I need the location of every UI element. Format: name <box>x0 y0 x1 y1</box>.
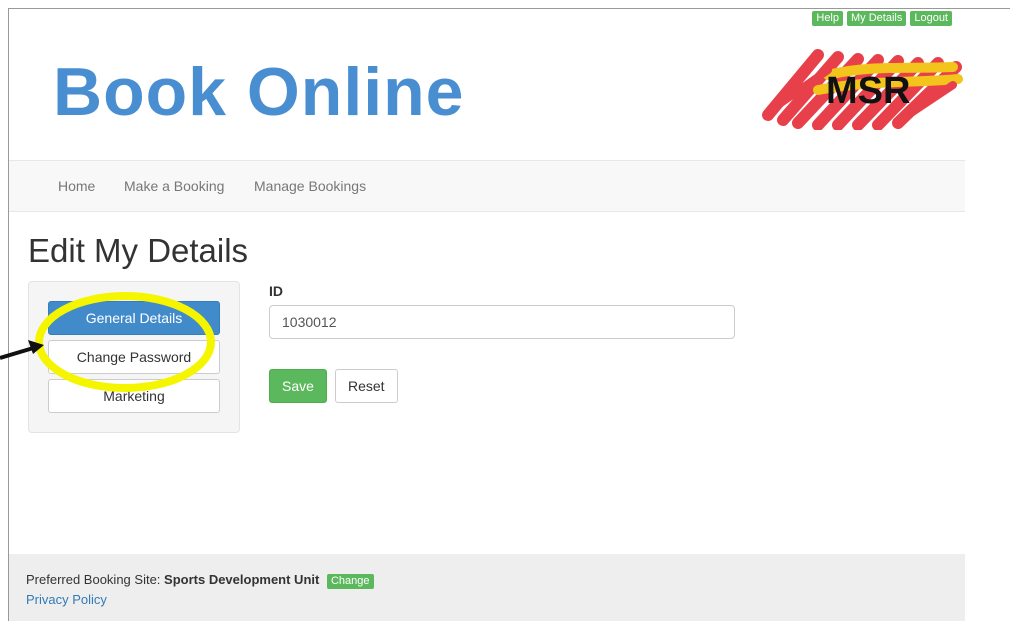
id-label: ID <box>269 283 283 299</box>
msr-logo: MSR <box>762 49 963 130</box>
help-link[interactable]: Help <box>812 11 843 26</box>
nav-home[interactable]: Home <box>58 178 95 194</box>
logo-text: MSR <box>826 70 910 112</box>
frame-border-top <box>8 8 1010 9</box>
save-button[interactable]: Save <box>269 369 327 403</box>
preferred-site-label: Preferred Booking Site: <box>26 572 161 587</box>
sidebar-item-change-password[interactable]: Change Password <box>48 340 220 374</box>
footer: Preferred Booking Site: Sports Developme… <box>9 554 965 621</box>
id-field[interactable]: 1030012 <box>269 305 735 339</box>
preferred-site-line: Preferred Booking Site: Sports Developme… <box>26 572 374 589</box>
nav-make-booking[interactable]: Make a Booking <box>124 178 224 194</box>
preferred-site-name: Sports Development Unit <box>164 572 320 587</box>
main-navbar: Home Make a Booking Manage Bookings <box>9 160 965 212</box>
frame-border-left <box>8 8 9 621</box>
brand-title: Book Online <box>53 54 465 130</box>
nav-manage-bookings[interactable]: Manage Bookings <box>254 178 366 194</box>
sidebar-item-general-details[interactable]: General Details <box>48 301 220 335</box>
page-title: Edit My Details <box>28 232 249 269</box>
top-links: Help My Details Logout <box>812 11 952 26</box>
sidebar-item-marketing[interactable]: Marketing <box>48 379 220 413</box>
logout-link[interactable]: Logout <box>910 11 952 26</box>
reset-button[interactable]: Reset <box>335 369 398 403</box>
my-details-link[interactable]: My Details <box>847 11 907 26</box>
privacy-policy-link[interactable]: Privacy Policy <box>26 592 107 607</box>
details-sidebar: General Details Change Password Marketin… <box>28 281 240 433</box>
change-site-button[interactable]: Change <box>326 574 374 589</box>
